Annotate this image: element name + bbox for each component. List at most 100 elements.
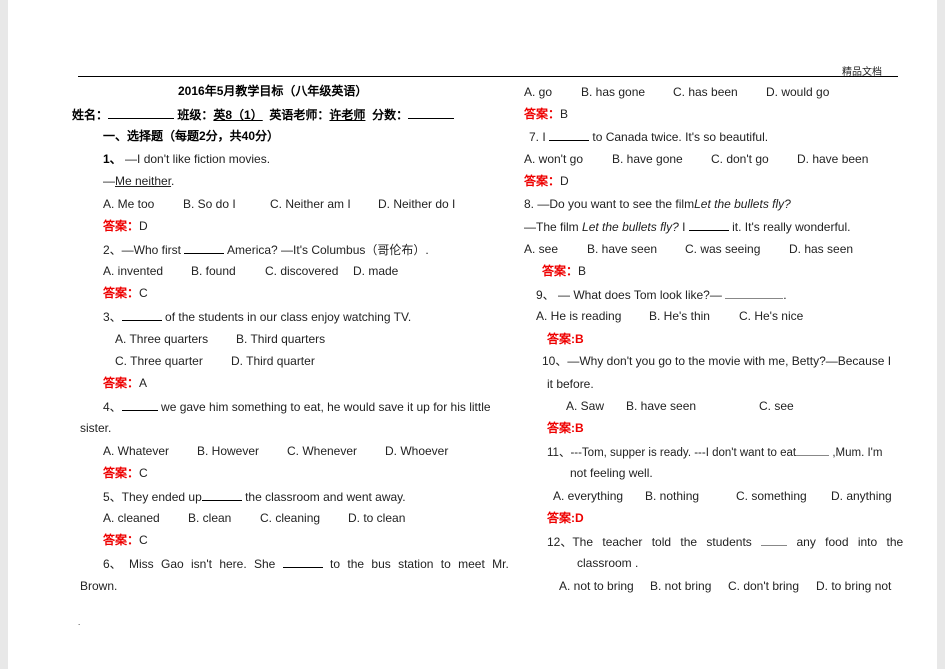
answer-blank[interactable] [201, 488, 242, 501]
q8-stem: 8. —Do you want to see the filmLet the b… [524, 196, 791, 212]
answer-blank[interactable] [121, 308, 162, 321]
q10-answer: 答案:B [547, 421, 584, 435]
score-blank[interactable] [408, 106, 455, 119]
text-segment: 9、 — What does Tom look like?— [536, 288, 722, 302]
text-segment: D. has seen [789, 242, 854, 256]
answer-blank[interactable] [688, 218, 729, 231]
text-segment: A. He is reading [536, 309, 622, 323]
q7-stem: 7. I to Canada twice. It's so beautiful. [529, 128, 768, 145]
q6-stem: 6、 Miss Gao isn't here. She to the bus s… [103, 555, 509, 572]
q1-stem: 1、 —I don't like fiction movies. [103, 151, 270, 167]
text-segment: A. won't go [524, 152, 583, 166]
text-segment: B. not bring [650, 579, 712, 593]
page-title: 2016年5月教学目标（八年级英语） [178, 84, 368, 98]
q4-stem: 4、 we gave him something to eat, he woul… [103, 398, 491, 415]
text-segment: A. cleaned [103, 511, 160, 525]
class-label: 班级： [177, 108, 214, 122]
q4-answer: 答案：C [103, 465, 148, 481]
text-segment: 4、 [103, 400, 122, 414]
text-segment: B. has gone [581, 85, 646, 99]
text-segment: B. have seen [626, 399, 697, 413]
q11-stem: 11、---Tom, supper is ready. ---I don't w… [547, 443, 882, 461]
answer-blank[interactable] [796, 443, 830, 456]
text-segment: C. discovered [265, 264, 339, 278]
text-segment: 7. I [529, 130, 546, 144]
text-segment: 3、 [103, 310, 122, 324]
text-segment: A. not to bring [559, 579, 634, 593]
class-value: 英8（1） [213, 108, 263, 122]
answer-blank[interactable] [549, 128, 590, 141]
text-segment: of the students in our class enjoy watch… [165, 310, 412, 324]
text-segment: A. Saw [566, 399, 605, 413]
q5-answer: 答案：C [103, 532, 148, 548]
text-segment: D. Whoever [385, 444, 449, 458]
answer-blank[interactable] [761, 533, 788, 546]
text-segment: D. anything [831, 489, 892, 503]
text-segment: 答案： [103, 286, 140, 300]
score-label: 分数： [372, 108, 409, 122]
document-page: 精品文档 2016年5月教学目标（八年级英语） 姓名： 班级：英8（1） 英语老… [8, 0, 937, 669]
text-segment: C. cleaning [260, 511, 321, 525]
q5-stem: 5、They ended up the classroom and went a… [103, 488, 406, 505]
text-segment: 2、—Who first [103, 243, 182, 257]
text-segment: A. Me too [103, 197, 155, 211]
text-segment: C. Whenever [287, 444, 358, 458]
text-segment: D. Neither do I [378, 197, 456, 211]
text-segment: B. He's thin [649, 309, 710, 323]
text-segment: B. have gone [612, 152, 683, 166]
text-segment: C [139, 466, 148, 480]
text-segment: B. However [197, 444, 260, 458]
text-segment: 答案： [103, 376, 140, 390]
text-segment: 答案： [524, 107, 561, 121]
text-segment: C [139, 533, 148, 547]
q11-answer: 答案:D [547, 511, 584, 525]
text-segment: 6、 Miss Gao isn't here. She [103, 557, 276, 571]
text-segment: 答案： [103, 533, 140, 547]
text-segment: 答案： [524, 174, 561, 188]
text-segment: —I don't like fiction movies. [125, 152, 271, 166]
q3-stem: 3、 of the students in our class enjoy wa… [103, 308, 411, 325]
text-segment: —The film [524, 220, 579, 234]
text-segment: A [139, 376, 148, 390]
q12-stem: 12、The teacher told the students any foo… [547, 533, 903, 550]
answer-blank[interactable] [121, 398, 158, 411]
text-segment: B. nothing [645, 489, 700, 503]
q4-stem-cont: sister. [80, 421, 112, 435]
q6-answer: 答案：B [524, 106, 568, 122]
text-segment: ,Mum. I'm [832, 447, 883, 459]
teacher-value: 许老师 [329, 108, 366, 122]
text-segment: B [578, 264, 587, 278]
q10-stem: 10、—Why don't you go to the movie with m… [542, 354, 892, 368]
q9-stem: 9、 — What does Tom look like?— . [536, 286, 787, 303]
text-segment: C. something [736, 489, 807, 503]
text-segment: 答案： [103, 466, 140, 480]
answer-blank[interactable] [184, 241, 225, 254]
text-segment: 答案： [542, 264, 579, 278]
q12-stem-cont: classroom . [577, 556, 639, 570]
q2-stem: 2、—Who first America? —It's Columbus（哥伦布… [103, 241, 429, 258]
text-segment: B. Third quarters [236, 332, 326, 346]
text-segment: D. made [353, 264, 399, 278]
q3-answer: 答案：A [103, 375, 147, 391]
text-segment: D. to clean [348, 511, 406, 525]
q7-answer: 答案：D [524, 173, 569, 189]
text-segment: C. He's nice [739, 309, 804, 323]
name-blank[interactable] [108, 106, 175, 119]
text-segment: D. would go [766, 85, 830, 99]
text-segment: . [171, 174, 175, 188]
q8-answer: 答案：B [542, 263, 586, 279]
text-segment: A. go [524, 85, 553, 99]
text-segment: D [560, 174, 569, 188]
q9-answer: 答案:B [547, 332, 584, 346]
text-segment: we gave him something to eat, he would s… [161, 400, 491, 414]
text-segment: B. So do I [183, 197, 236, 211]
text-segment: C. don't bring [728, 579, 799, 593]
answer-blank[interactable] [282, 555, 323, 568]
q11-stem-cont: not feeling well. [570, 466, 653, 480]
text-segment: B. found [191, 264, 236, 278]
text-segment: — [103, 174, 115, 188]
text-segment: I [682, 220, 686, 234]
q1-reply: —Me neither. [103, 173, 174, 189]
answer-blank[interactable] [725, 286, 784, 299]
q2-answer: 答案：C [103, 285, 148, 301]
